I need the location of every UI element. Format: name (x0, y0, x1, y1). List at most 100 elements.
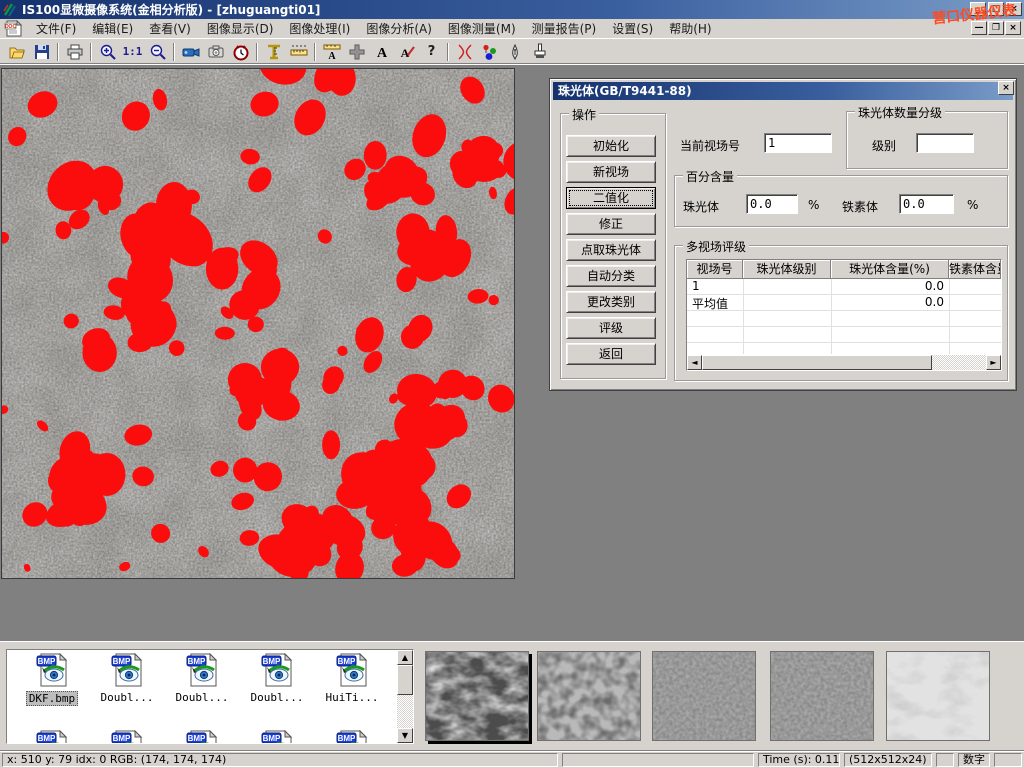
binarize-button[interactable]: 二值化 (566, 187, 656, 209)
ferrite-label: 铁素体 (842, 198, 878, 215)
scroll-track[interactable] (397, 665, 413, 728)
cell-grade (743, 295, 831, 310)
rate-button[interactable]: 评级 (566, 317, 656, 339)
maximize-button[interactable]: □ (988, 2, 1004, 16)
cell-grade (743, 279, 831, 294)
initialize-button[interactable]: 初始化 (566, 135, 656, 157)
close-button[interactable]: × (1006, 2, 1022, 16)
table-row[interactable]: 1 0.0 (687, 279, 1001, 295)
grading-level-input[interactable] (916, 133, 974, 153)
zoom-out-button[interactable] (145, 41, 170, 62)
measure-text-button[interactable]: A (319, 41, 344, 62)
file-item[interactable] (316, 730, 388, 744)
col-header-field[interactable]: 视场号 (687, 260, 743, 279)
scroll-up-arrow[interactable]: ▲ (397, 650, 413, 665)
status-empty-panel (994, 753, 1022, 767)
print-button[interactable] (62, 41, 87, 62)
file-item[interactable] (16, 730, 88, 744)
file-item[interactable] (91, 730, 163, 744)
file-name: Doubl... (174, 691, 231, 704)
cell-ferrite (949, 295, 999, 310)
thumbnail-3[interactable] (652, 651, 756, 741)
change-class-button[interactable]: 更改类别 (566, 291, 656, 313)
file-item[interactable]: DKF.bmp (16, 653, 88, 706)
grading-group-label: 珠光体数量分级 (855, 104, 945, 121)
scroll-track[interactable] (932, 355, 986, 370)
new-field-button[interactable]: 新视场 (566, 161, 656, 183)
scroll-thumb[interactable] (397, 665, 413, 695)
cell-pearlite: 0.0 (831, 295, 949, 310)
toolbar-separator (173, 43, 175, 61)
current-field-input[interactable] (764, 133, 832, 153)
col-header-pearlite[interactable]: 珠光体含量(%) (831, 260, 949, 279)
ruler-button[interactable] (286, 41, 311, 62)
pearlite-percent-input[interactable] (746, 194, 798, 214)
micrograph-image[interactable] (1, 68, 515, 579)
thumbnail-4[interactable] (770, 651, 874, 741)
thumbnail-5[interactable] (886, 651, 990, 741)
mdi-minimize-button[interactable]: — (971, 21, 987, 35)
menu-image-display[interactable]: 图像显示(D) (199, 18, 282, 39)
scroll-thumb[interactable] (702, 355, 932, 370)
menu-file[interactable]: 文件(F) (28, 18, 84, 39)
font-button[interactable]: A (369, 41, 394, 62)
file-item[interactable] (241, 730, 313, 744)
menu-help[interactable]: 帮助(H) (661, 18, 719, 39)
annotate-button[interactable]: A (394, 41, 419, 62)
camera-button[interactable] (203, 41, 228, 62)
help-button[interactable]: ? (419, 41, 444, 62)
save-button[interactable] (29, 41, 54, 62)
file-list: DKF.bmp Doubl... Doubl... Doubl... HuiTi… (6, 649, 414, 744)
thumbnail-2[interactable] (537, 651, 641, 741)
table-row[interactable]: 平均值 0.0 (687, 295, 1001, 311)
zoom-in-button[interactable] (95, 41, 120, 62)
menu-settings[interactable]: 设置(S) (604, 18, 661, 39)
scroll-down-arrow[interactable]: ▼ (397, 728, 413, 743)
col-header-grade[interactable]: 珠光体级别 (743, 260, 831, 279)
scroll-right-arrow[interactable]: ► (986, 355, 1001, 370)
auto-classify-button[interactable]: 自动分类 (566, 265, 656, 287)
brush-button[interactable] (527, 41, 552, 62)
file-item[interactable]: HuiTi... (316, 653, 388, 704)
table-row-empty[interactable] (687, 327, 1001, 343)
caliper-button[interactable] (261, 41, 286, 62)
file-item[interactable]: Doubl... (241, 653, 313, 704)
dialog-title-bar[interactable]: 珠光体(GB/T9441-88) (553, 82, 1013, 100)
mdi-close-button[interactable]: × (1005, 21, 1021, 35)
minimize-button[interactable]: _ (970, 2, 986, 16)
correct-button[interactable]: 修正 (566, 213, 656, 235)
file-item[interactable] (166, 730, 238, 744)
status-mode: 数字 (958, 753, 990, 767)
thumbnail-1[interactable] (425, 651, 529, 741)
open-button[interactable] (4, 41, 29, 62)
actual-size-button[interactable]: 1:1 (120, 41, 145, 62)
menu-image-analysis[interactable]: 图像分析(A) (358, 18, 440, 39)
menu-edit[interactable]: 编辑(E) (84, 18, 141, 39)
grid-cross-button[interactable] (344, 41, 369, 62)
pick-pearlite-button[interactable]: 点取珠光体 (566, 239, 656, 261)
return-button[interactable]: 返回 (566, 343, 656, 365)
menu-image-processing[interactable]: 图像处理(I) (281, 18, 358, 39)
table-row-empty[interactable] (687, 311, 1001, 327)
menu-image-measure[interactable]: 图像测量(M) (440, 18, 524, 39)
menu-measure-report[interactable]: 测量报告(P) (524, 18, 605, 39)
current-field-label: 当前视场号 (680, 137, 740, 154)
cell-ferrite (949, 279, 999, 294)
color-dots-button[interactable] (477, 41, 502, 62)
document-icon[interactable]: DOC (4, 20, 24, 37)
status-coordinates: x: 510 y: 79 idx: 0 RGB: (174, 174, 174) (2, 753, 558, 767)
pearlite-percent-sign: % (808, 198, 819, 212)
menu-view[interactable]: 查看(V) (141, 18, 199, 39)
mdi-restore-button[interactable]: ❐ (988, 21, 1004, 35)
pen-button[interactable] (502, 41, 527, 62)
dialog-close-button[interactable]: × (998, 81, 1014, 95)
ferrite-percent-input[interactable] (899, 194, 954, 214)
curve-tool-button[interactable] (452, 41, 477, 62)
clock-button[interactable] (228, 41, 253, 62)
col-header-ferrite[interactable]: 铁素体含量(%) (949, 260, 1001, 279)
file-item[interactable]: Doubl... (91, 653, 163, 704)
scroll-left-arrow[interactable]: ◄ (687, 355, 702, 370)
file-name: Doubl... (99, 691, 156, 704)
video-camera-button[interactable] (178, 41, 203, 62)
file-item[interactable]: Doubl... (166, 653, 238, 704)
